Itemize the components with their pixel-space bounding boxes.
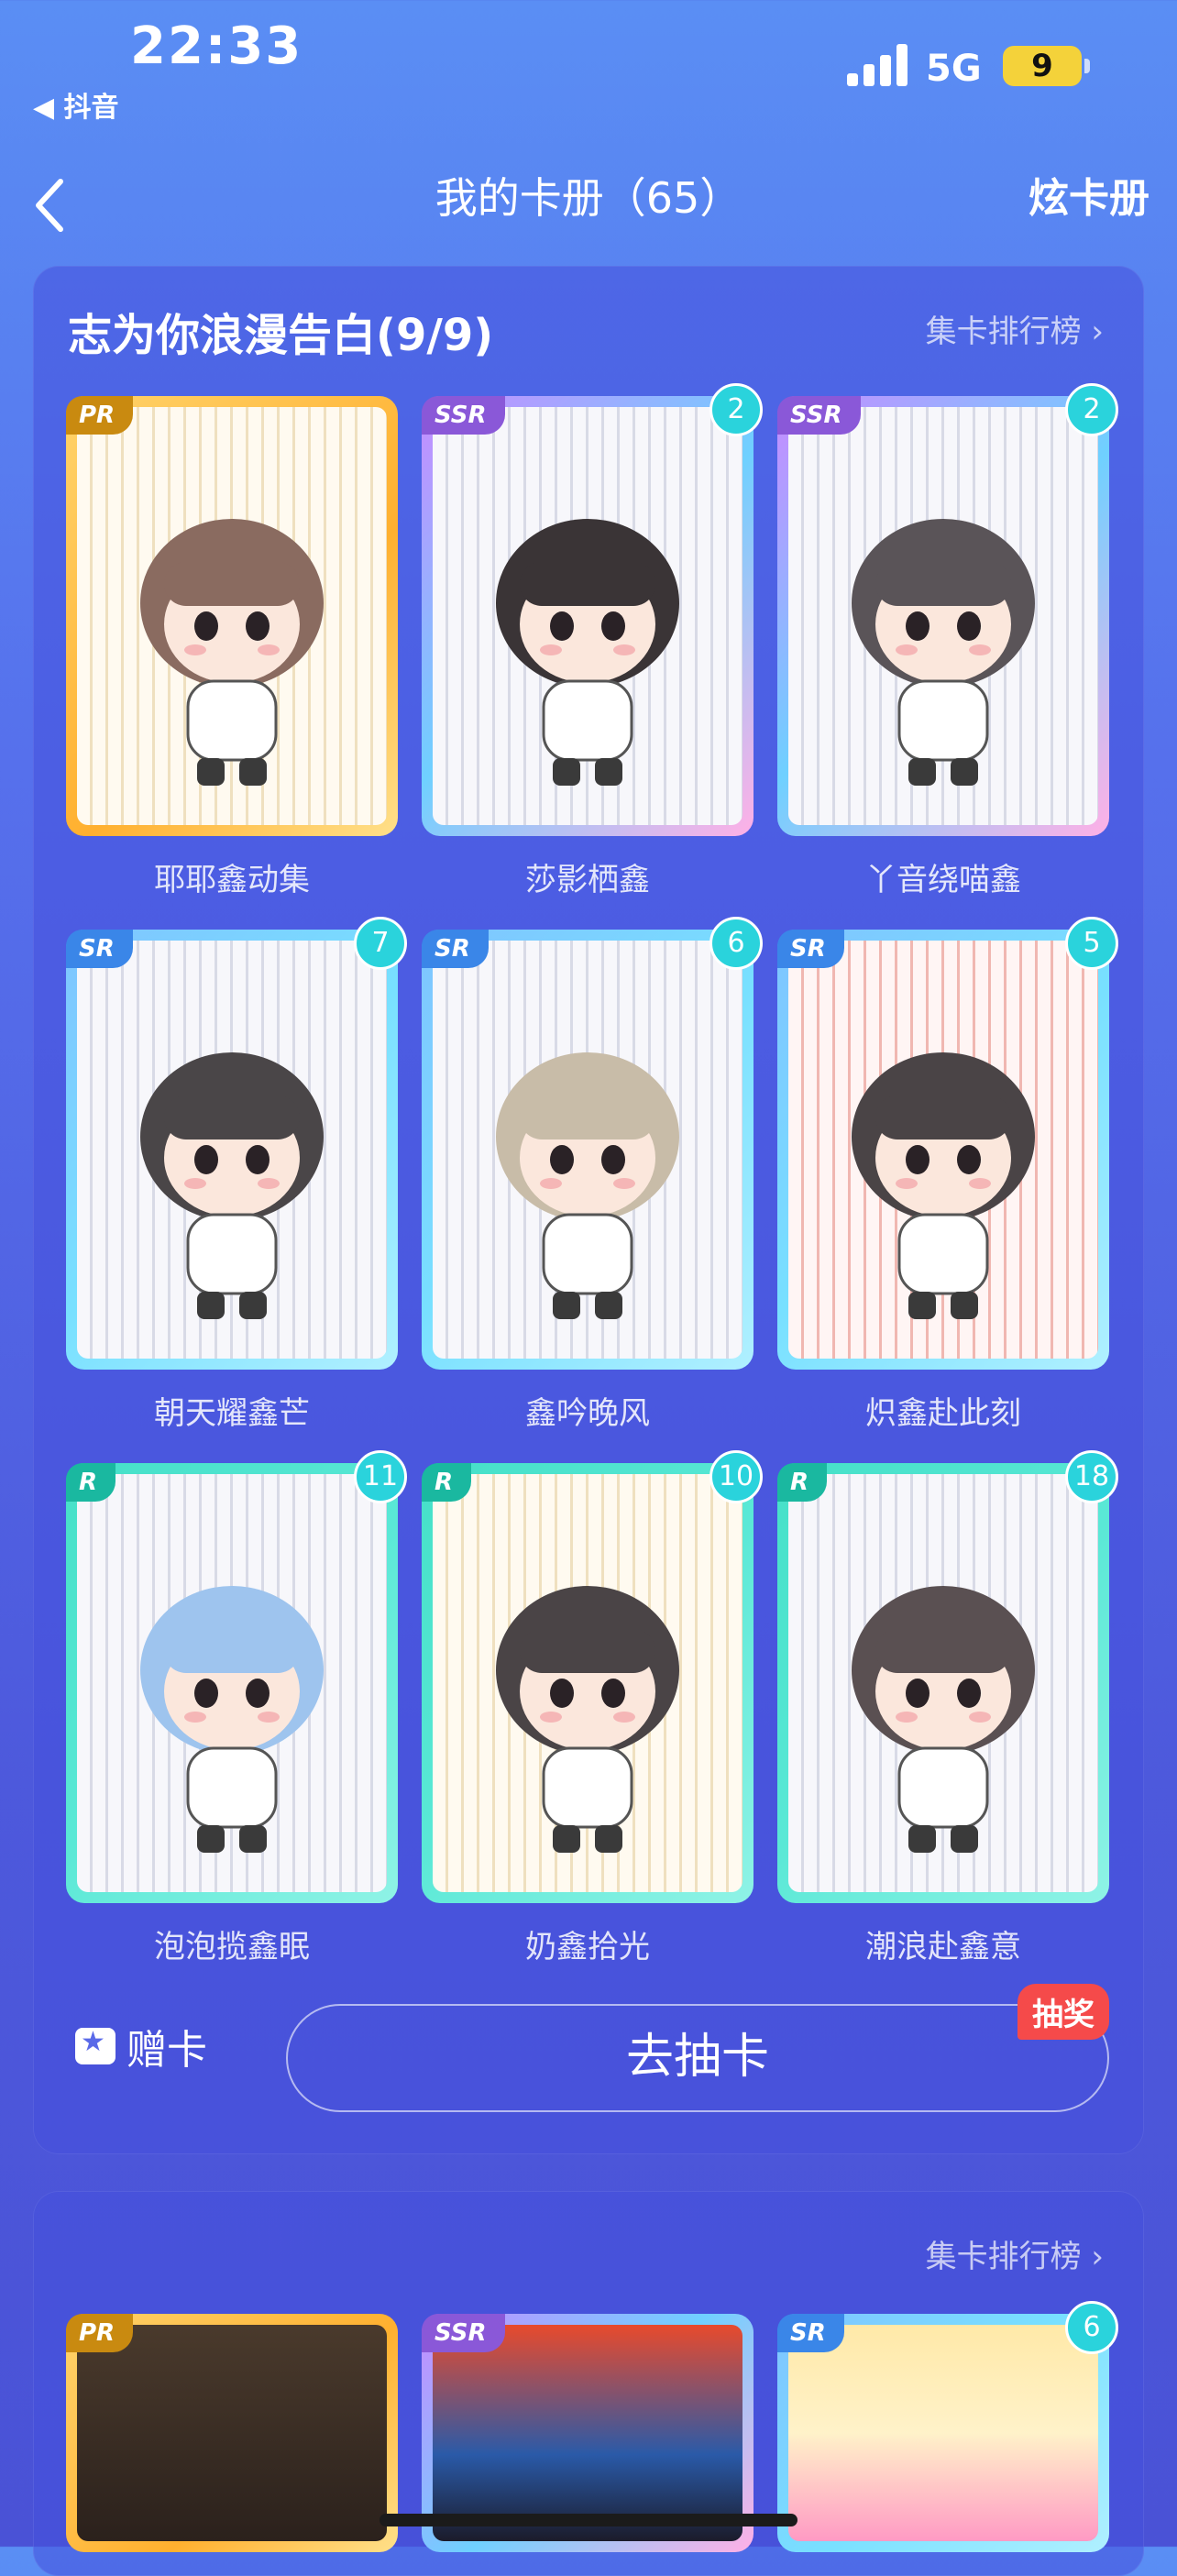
card-frame	[777, 930, 1109, 1370]
card-count-badge: 2	[710, 383, 763, 436]
gift-card-button[interactable]: 赠卡	[75, 2017, 207, 2075]
gift-card-label: 赠卡	[126, 2027, 207, 2074]
rarity-badge: R	[66, 1463, 116, 1502]
show-album-button[interactable]: 炫卡册	[1028, 165, 1150, 224]
rarity-badge: SSR	[777, 396, 861, 435]
chibi-illustration	[852, 1586, 1035, 1854]
album-card[interactable]: PR	[66, 396, 398, 836]
card-frame	[777, 396, 1109, 836]
card-frame	[777, 1463, 1109, 1903]
network-type: 5G	[926, 48, 982, 90]
card-name: 炽鑫赴此刻	[865, 1395, 1021, 1432]
album-card[interactable]: R 10	[422, 1450, 763, 1903]
card-artwork	[77, 1474, 387, 1892]
card-frame	[422, 930, 754, 1370]
page-title: 我的卡册（65）	[434, 173, 742, 223]
card-photo	[433, 2325, 742, 2541]
card-count-badge: 11	[354, 1450, 407, 1503]
rarity-badge: SSR	[422, 2314, 505, 2352]
card-frame	[66, 1463, 398, 1903]
gift-icon	[75, 2026, 116, 2064]
card-artwork	[433, 407, 742, 825]
rarity-badge: PR	[66, 2314, 134, 2352]
album-card[interactable]: SSR 2	[777, 383, 1118, 836]
card-name: 奶鑫拾光	[525, 1929, 650, 1965]
chibi-illustration	[852, 519, 1035, 787]
card-frame	[66, 930, 398, 1370]
rarity-badge: SR	[422, 930, 489, 968]
chibi-illustration	[140, 519, 324, 787]
card-count-badge: 6	[1065, 2301, 1118, 2354]
rarity-badge: SR	[66, 930, 133, 968]
card-artwork	[788, 407, 1098, 825]
nav-bar: 我的卡册（65） 炫卡册	[0, 147, 1177, 266]
card-artwork	[433, 1474, 742, 1892]
card-count-badge: 10	[710, 1450, 763, 1503]
lottery-badge: 抽奖	[1018, 1984, 1109, 2040]
draw-card-button[interactable]: 去抽卡	[286, 2004, 1109, 2112]
card-frame	[422, 396, 754, 836]
rarity-badge: SSR	[422, 396, 505, 435]
status-bar: 22:33 ◀ 抖音 5G 9	[0, 0, 1177, 147]
card-name: 朝天耀鑫芒	[154, 1395, 310, 1432]
rarity-badge: R	[777, 1463, 828, 1502]
card-count-badge: 2	[1065, 383, 1118, 436]
rarity-badge: SR	[777, 2314, 844, 2352]
chibi-illustration	[496, 519, 679, 787]
rarity-badge: PR	[66, 396, 134, 435]
card-artwork	[788, 1474, 1098, 1892]
home-indicator	[380, 2514, 798, 2526]
card-name: 莎影栖鑫	[525, 862, 650, 898]
card-name: 潮浪赴鑫意	[865, 1929, 1021, 1965]
album-title: 志为你浪漫告白(9/9)	[68, 310, 494, 361]
card-count-badge: 7	[354, 917, 407, 970]
album-card[interactable]: SR 6	[422, 917, 763, 1370]
chibi-illustration	[852, 1052, 1035, 1320]
album-card[interactable]: R 11	[66, 1450, 407, 1903]
card-name: 鑫吟晚风	[525, 1395, 650, 1432]
chibi-illustration	[496, 1052, 679, 1320]
album-card[interactable]: R 18	[777, 1450, 1118, 1903]
rarity-badge: SR	[777, 930, 844, 968]
card-count-badge: 6	[710, 917, 763, 970]
chibi-illustration	[496, 1586, 679, 1854]
chibi-illustration	[140, 1052, 324, 1320]
back-to-app-link[interactable]: ◀ 抖音	[33, 84, 119, 125]
card-count-badge: 18	[1065, 1450, 1118, 1503]
album-card[interactable]: SSR 2	[422, 383, 763, 836]
album-card[interactable]: SR 7	[66, 917, 407, 1370]
rank-link-2[interactable]: 集卡排行榜 ›	[926, 2231, 1104, 2276]
chibi-illustration	[140, 1586, 324, 1854]
card-photo	[788, 2325, 1098, 2541]
album-card[interactable]: SR 6	[777, 2301, 1118, 2552]
clock: 22:33	[130, 17, 303, 76]
card-artwork	[433, 941, 742, 1359]
card-name: 丫音绕喵鑫	[865, 862, 1021, 898]
card-artwork	[77, 941, 387, 1359]
card-photo	[77, 2325, 387, 2541]
card-frame	[422, 1463, 754, 1903]
battery-icon: 9	[1003, 46, 1090, 86]
card-frame	[66, 396, 398, 836]
card-name: 耶耶鑫动集	[154, 862, 310, 898]
card-name: 泡泡揽鑫眠	[154, 1929, 310, 1965]
signal-icon	[847, 44, 908, 86]
card-count-badge: 5	[1065, 917, 1118, 970]
album-card[interactable]: PR	[66, 2314, 398, 2552]
album-card[interactable]: SR 5	[777, 917, 1118, 1370]
rank-link[interactable]: 集卡排行榜 ›	[926, 306, 1104, 351]
card-artwork	[788, 941, 1098, 1359]
card-artwork	[77, 407, 387, 825]
rarity-badge: R	[422, 1463, 472, 1502]
